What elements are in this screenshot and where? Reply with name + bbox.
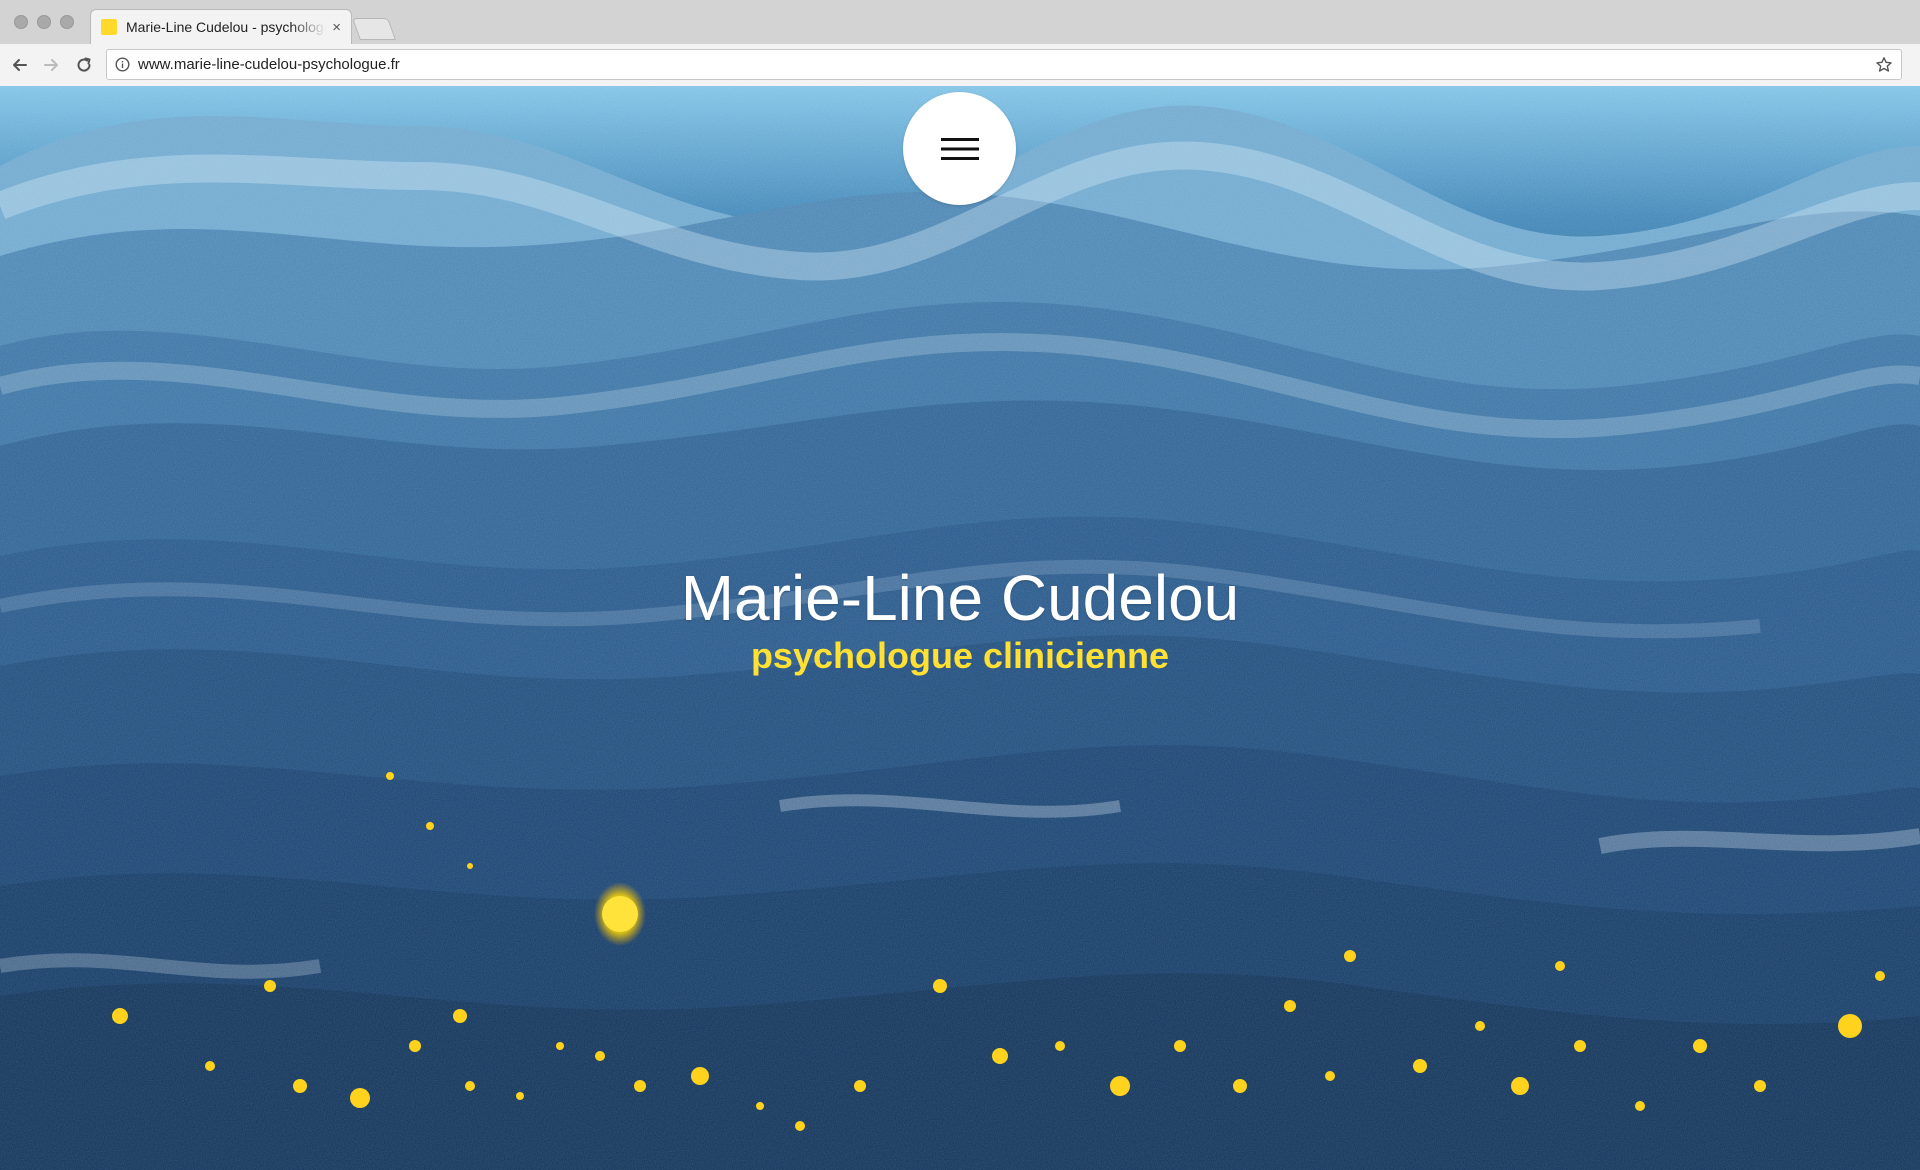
- window-zoom-dot[interactable]: [60, 15, 74, 29]
- browser-chrome: Marie-Line Cudelou - psychologue clinici…: [0, 0, 1920, 86]
- site-title: Marie-Line Cudelou: [680, 562, 1240, 634]
- address-bar[interactable]: www.marie-line-cudelou-psychologue.fr: [106, 49, 1902, 80]
- favicon: [101, 19, 117, 35]
- info-icon[interactable]: [115, 57, 130, 72]
- hamburger-menu-icon: [940, 137, 979, 160]
- url-text[interactable]: www.marie-line-cudelou-psychologue.fr: [138, 56, 1901, 73]
- window-minimize-dot[interactable]: [37, 15, 51, 29]
- reload-icon[interactable]: [72, 53, 96, 77]
- menu-toggle-button[interactable]: [903, 92, 1016, 205]
- arrow-left-icon[interactable]: [8, 53, 32, 77]
- arrow-right-icon[interactable]: [39, 53, 63, 77]
- browser-toolbar: www.marie-line-cudelou-psychologue.fr: [0, 44, 1920, 86]
- star-icon[interactable]: [1875, 56, 1893, 74]
- browser-tab[interactable]: Marie-Line Cudelou - psychologue clinici…: [90, 9, 352, 44]
- page-viewport: Marie-Line Cudelou psychologue clinicien…: [0, 86, 1920, 1170]
- new-tab-button[interactable]: [351, 18, 397, 40]
- tab-close-icon[interactable]: ×: [332, 20, 341, 35]
- hero-section: Marie-Line Cudelou psychologue clinicien…: [0, 566, 1920, 674]
- tab-strip: Marie-Line Cudelou - psychologue clinici…: [0, 0, 1920, 44]
- window-close-dot[interactable]: [14, 15, 28, 29]
- site-subtitle: psychologue clinicienne: [750, 635, 1170, 676]
- tab-title: Marie-Line Cudelou - psychologue clinici…: [126, 19, 326, 35]
